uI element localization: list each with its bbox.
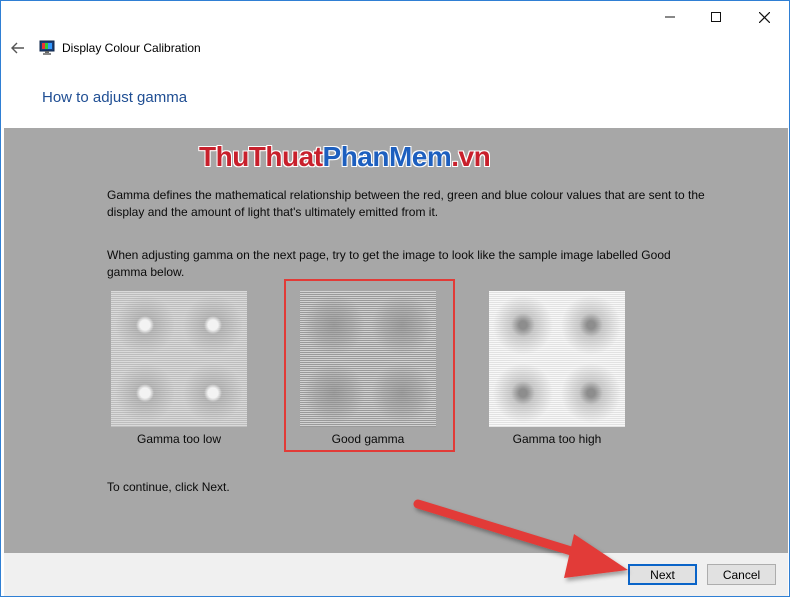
gamma-instruction: When adjusting gamma on the next page, t… xyxy=(107,248,671,279)
watermark-logo: ThuThuatPhanMem.vn xyxy=(199,141,491,172)
maximize-icon xyxy=(711,12,721,22)
highlight-box xyxy=(284,279,455,452)
close-button[interactable] xyxy=(741,1,787,33)
sample-image-gamma-too-high xyxy=(489,291,625,427)
next-button[interactable]: Next xyxy=(628,564,697,585)
title-bar xyxy=(1,1,789,33)
close-icon xyxy=(758,11,770,23)
continue-instruction: To continue, click Next. xyxy=(107,480,230,494)
back-arrow-icon xyxy=(11,42,24,54)
minimize-button[interactable] xyxy=(647,1,693,33)
page-heading: How to adjust gamma xyxy=(42,89,188,106)
maximize-button[interactable] xyxy=(693,1,739,33)
display-calibration-icon xyxy=(39,40,55,55)
gamma-description: Gamma defines the mathematical relations… xyxy=(107,188,705,219)
sample-label-gamma-too-high: Gamma too high xyxy=(512,432,602,446)
calibration-window: Display Colour Calibration How to adjust… xyxy=(0,0,790,597)
back-button[interactable] xyxy=(8,38,28,58)
sample-label-gamma-too-low: Gamma too low xyxy=(136,432,222,446)
button-bar: Next Cancel xyxy=(4,553,788,596)
content-area: ThuThuatPhanMem.vn Gamma defines the mat… xyxy=(4,128,788,553)
sample-image-gamma-too-low xyxy=(111,291,247,427)
app-title: Display Colour Calibration xyxy=(62,41,201,55)
minimize-icon xyxy=(665,16,675,18)
cancel-button[interactable]: Cancel xyxy=(707,564,776,585)
